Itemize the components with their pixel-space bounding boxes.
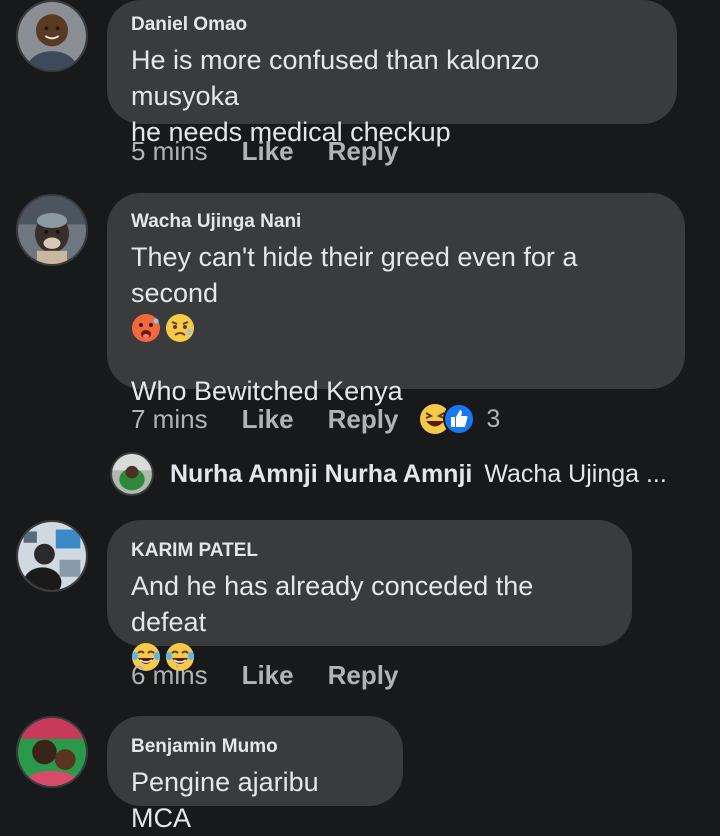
reply-snippet[interactable]: Wacha Ujinga ... bbox=[484, 460, 666, 489]
comment-actions: 6 mins Like Reply bbox=[131, 660, 398, 691]
like-button[interactable]: Like bbox=[242, 660, 294, 691]
reaction-count: 3 bbox=[486, 404, 501, 433]
comment-author[interactable]: KARIM PATEL bbox=[131, 540, 608, 562]
reply-button[interactable]: Reply bbox=[328, 136, 399, 167]
reply-button[interactable]: Reply bbox=[328, 660, 399, 691]
like-reaction-icon bbox=[443, 403, 476, 435]
comment-timestamp[interactable]: 6 mins bbox=[131, 660, 208, 691]
comment-bubble: Daniel Omao He is more confused than kal… bbox=[107, 0, 677, 147]
worried-face-emoji bbox=[166, 314, 194, 342]
hot-face-emoji bbox=[132, 314, 160, 342]
comment-actions: 7 mins Like Reply 3 bbox=[131, 402, 500, 436]
comment-text: And he has already conceded the defeat bbox=[131, 571, 534, 637]
comment-text: Pengine ajaribu MCA bbox=[131, 767, 319, 833]
avatar-karim-patel[interactable] bbox=[16, 520, 88, 592]
comment-timestamp[interactable]: 5 mins bbox=[131, 136, 208, 167]
avatar-nurha-amnji[interactable] bbox=[110, 452, 154, 496]
avatar-benjamin-mumo[interactable] bbox=[16, 716, 88, 788]
avatar-wacha-ujinga-nani[interactable] bbox=[16, 194, 88, 266]
comment-text: He is more confused than kalonzo musyoka bbox=[131, 45, 540, 111]
like-button[interactable]: Like bbox=[242, 136, 294, 167]
avatar-daniel-omao[interactable] bbox=[16, 0, 88, 72]
comment-timestamp[interactable]: 7 mins bbox=[131, 404, 208, 435]
reply-author[interactable]: Nurha Amnji Nurha Amnji bbox=[170, 460, 472, 489]
comment-bubble: Benjamin Mumo Pengine ajaribu MCA bbox=[107, 716, 403, 833]
emoji-row bbox=[131, 313, 661, 343]
comment-text: They can't hide their greed even for a s… bbox=[131, 242, 578, 308]
comment-author[interactable]: Benjamin Mumo bbox=[131, 736, 379, 758]
avatar-daniel-omao-image bbox=[18, 2, 86, 70]
like-button[interactable]: Like bbox=[242, 404, 294, 435]
comment-bubble: Wacha Ujinga Nani They can't hide their … bbox=[107, 193, 685, 406]
reply-button[interactable]: Reply bbox=[328, 404, 399, 435]
reply-preview[interactable]: Nurha Amnji Nurha Amnji Wacha Ujinga ... bbox=[110, 452, 667, 496]
avatar-wacha-ujinga-nani-image bbox=[18, 196, 86, 264]
comment-actions: 5 mins Like Reply bbox=[131, 136, 398, 167]
avatar-nurha-amnji-image bbox=[112, 454, 152, 494]
reaction-summary[interactable]: 3 bbox=[418, 402, 500, 436]
avatar-karim-patel-image bbox=[18, 522, 86, 590]
comment-bubble: KARIM PATEL And he has already conceded … bbox=[107, 520, 632, 671]
comment-author[interactable]: Wacha Ujinga Nani bbox=[131, 211, 661, 233]
comment-author[interactable]: Daniel Omao bbox=[131, 14, 653, 36]
avatar-benjamin-mumo-image bbox=[18, 718, 86, 786]
